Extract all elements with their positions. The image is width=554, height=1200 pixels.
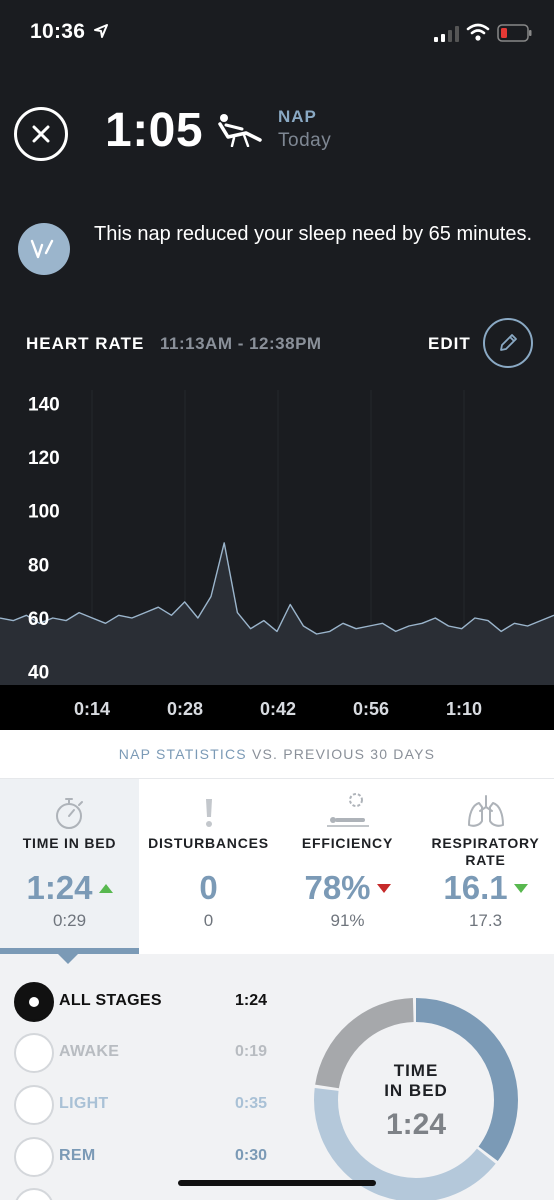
y-tick-label: 100 <box>28 502 60 523</box>
wifi-icon <box>466 23 490 41</box>
stage-light[interactable]: LIGHT 0:35 <box>14 1085 274 1125</box>
stat-time-in-bed[interactable]: TIME IN BED 1:24 0:29 <box>0 779 139 955</box>
heart-rate-time-range: 11:13AM - 12:38PM <box>160 334 322 353</box>
nap-statistics-caption-accent: NAP STATISTICS <box>118 746 247 762</box>
x-tick-label: 0:56 <box>353 699 389 719</box>
donut-label-line-1: TIME <box>394 1061 439 1080</box>
stage-name: REM <box>59 1147 96 1164</box>
close-button[interactable] <box>14 107 68 161</box>
x-tick-label: 0:42 <box>260 699 296 719</box>
stat-value: 0 <box>199 869 218 906</box>
donut-value: 1:24 <box>386 1108 446 1141</box>
active-stat-pointer <box>58 954 78 964</box>
trend-down-icon <box>513 883 528 893</box>
stat-label: TIME IN BED <box>22 835 117 851</box>
stat-previous: 91% <box>330 911 365 930</box>
time-in-bed-donut: TIME IN BED 1:24 <box>314 998 518 1200</box>
radio-icon <box>14 1085 54 1125</box>
whoop-logo-icon <box>18 223 70 275</box>
lungs-icon <box>467 795 504 827</box>
nap-header: 1:05 NAP Today <box>0 95 554 170</box>
nap-statistics-caption: NAP STATISTICS VS. PREVIOUS 30 DAYS <box>0 730 554 778</box>
nap-type-label: NAP <box>278 107 317 126</box>
nap-day-label: Today <box>278 130 332 151</box>
stage-deep[interactable] <box>14 1188 274 1200</box>
nap-statistics-caption-rest: VS. PREVIOUS 30 DAYS <box>251 746 436 762</box>
stat-label: DISTURBANCES <box>148 835 269 851</box>
stat-previous: 0 <box>203 911 214 930</box>
x-tick-label: 0:14 <box>74 699 110 719</box>
stat-value: 16.1 <box>443 869 508 906</box>
y-tick-label: 40 <box>28 663 49 684</box>
stage-name: ALL STAGES <box>59 992 162 1009</box>
stat-respiratory-rate[interactable]: RESPIRATORY RATE 16.1 17.3 <box>416 779 554 955</box>
radio-icon <box>14 1033 54 1073</box>
radio-selected-icon <box>14 982 54 1022</box>
cellular-signal-icon <box>434 26 459 42</box>
stage-value: 1:24 <box>235 992 268 1009</box>
stat-label: EFFICIENCY <box>301 835 394 851</box>
stage-name: AWAKE <box>59 1043 120 1060</box>
battery-low-icon <box>497 24 532 42</box>
x-tick-label: 1:10 <box>446 699 482 719</box>
stage-all-stages[interactable]: ALL STAGES 1:24 <box>14 982 274 1022</box>
close-icon <box>32 125 50 143</box>
stage-value: 0:19 <box>235 1043 268 1060</box>
status-bar: 10:36 <box>0 0 554 70</box>
y-tick-label: 140 <box>28 394 60 415</box>
heart-rate-chart: 140 120 100 80 60 40 0:14 0:28 0:42 0:56 1:10 <box>0 390 554 730</box>
y-tick-label: 120 <box>28 448 60 469</box>
y-tick-label: 60 <box>28 609 49 630</box>
home-indicator <box>178 1180 376 1186</box>
y-tick-label: 80 <box>28 555 49 576</box>
stage-awake[interactable]: AWAKE 0:19 <box>14 1033 274 1073</box>
sleeping-person-icon <box>326 793 369 827</box>
exclamation-icon <box>205 799 212 827</box>
insight-text: This nap reduced your sleep need by 65 m… <box>94 223 533 245</box>
stat-efficiency[interactable]: EFFICIENCY 78% 91% <box>278 779 417 955</box>
edit-button[interactable] <box>483 318 533 368</box>
stat-disturbances[interactable]: DISTURBANCES 0 0 <box>139 779 278 955</box>
stage-name: LIGHT <box>59 1095 109 1112</box>
donut-label-line-2: IN BED <box>384 1081 448 1100</box>
location-arrow-icon <box>94 24 108 38</box>
stat-previous: 0:29 <box>52 911 87 930</box>
stage-value: 0:35 <box>235 1095 268 1112</box>
x-tick-label: 0:28 <box>167 699 203 719</box>
stat-label: RESPIRATORY RATE <box>431 835 540 868</box>
edit-label[interactable]: EDIT <box>428 334 471 354</box>
stat-value: 1:24 <box>26 869 93 906</box>
nap-duration: 1:05 <box>105 104 204 157</box>
trend-up-icon <box>98 883 113 893</box>
trend-down-icon <box>376 883 391 893</box>
nap-statistics: TIME IN BED 1:24 0:29 DISTURBANCES 0 0 E… <box>0 778 554 955</box>
stat-value: 78% <box>304 869 371 906</box>
status-time: 10:36 <box>30 20 86 43</box>
radio-icon <box>14 1137 54 1177</box>
stat-previous: 17.3 <box>468 911 503 930</box>
heart-rate-title: HEART RATE <box>26 334 145 353</box>
stage-rem[interactable]: REM 0:30 <box>14 1137 274 1177</box>
heart-rate-header: HEART RATE 11:13AM - 12:38PM EDIT <box>0 318 554 370</box>
insight-banner: This nap reduced your sleep need by 65 m… <box>0 215 554 285</box>
stopwatch-icon <box>55 798 83 829</box>
stage-value: 0:30 <box>235 1147 268 1164</box>
recliner-icon <box>218 114 262 147</box>
heart-rate-chart-svg: 140 120 100 80 60 40 0:14 0:28 0:42 0:56 1:10 <box>0 390 554 730</box>
pencil-icon <box>500 334 517 351</box>
radio-icon <box>14 1188 54 1200</box>
